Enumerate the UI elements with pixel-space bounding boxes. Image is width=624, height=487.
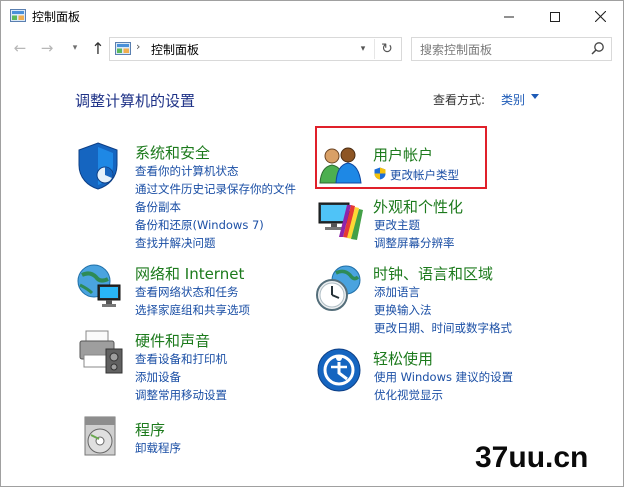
arrow-right-icon: → <box>40 39 54 57</box>
watermark: 37uu.cn <box>475 441 589 474</box>
link-change-account-type[interactable]: 更改帐户类型 <box>390 167 459 183</box>
link-change-theme[interactable]: 更改主题 <box>374 217 420 233</box>
category-title-hardware-sound[interactable]: 硬件和声音 <box>135 330 210 351</box>
arrow-left-icon: ← <box>13 39 27 57</box>
link-screen-resolution[interactable]: 调整屏幕分辨率 <box>374 235 455 251</box>
category-title-network[interactable]: 网络和 Internet <box>135 263 244 284</box>
link-windows-recommended[interactable]: 使用 Windows 建议的设置 <box>374 369 513 385</box>
refresh-button[interactable]: ↻ <box>374 39 399 59</box>
chevron-down-icon[interactable] <box>531 94 539 99</box>
view-by-dropdown[interactable]: 类别 <box>501 91 525 108</box>
link-change-input-method[interactable]: 更换输入法 <box>374 302 432 318</box>
link-devices-printers[interactable]: 查看设备和打印机 <box>135 351 227 367</box>
link-add-language[interactable]: 添加语言 <box>374 284 420 300</box>
maximize-button[interactable] <box>532 1 578 32</box>
link-homegroup[interactable]: 选择家庭组和共享选项 <box>135 302 250 318</box>
minimize-icon <box>504 16 514 17</box>
minimize-button[interactable] <box>486 1 532 32</box>
link-troubleshoot[interactable]: 查找并解决问题 <box>135 235 216 251</box>
chevron-down-icon: ▾ <box>72 43 78 53</box>
control-panel-icon <box>10 9 26 22</box>
category-title-appearance[interactable]: 外观和个性化 <box>373 196 463 217</box>
close-icon <box>594 11 606 22</box>
address-bar[interactable]: › 控制面板 ▾ ↻ <box>109 37 402 61</box>
link-network-status[interactable]: 查看网络状态和任务 <box>135 284 239 300</box>
users-icon <box>319 147 362 184</box>
chevron-down-icon: ▾ <box>360 44 366 54</box>
view-by-label: 查看方式: <box>433 93 486 107</box>
programs-icon <box>84 416 116 456</box>
breadcrumb-control-panel[interactable]: 控制面板 <box>151 41 199 58</box>
category-title-user-accounts[interactable]: 用户帐户 <box>373 144 433 165</box>
category-title-ease-of-access[interactable]: 轻松使用 <box>373 348 433 369</box>
refresh-icon: ↻ <box>381 41 393 57</box>
up-button[interactable]: ↑ <box>87 37 109 59</box>
appearance-icon <box>318 202 363 240</box>
page-title: 调整计算机的设置 <box>75 92 196 110</box>
link-date-time-format[interactable]: 更改日期、时间或数字格式 <box>374 320 512 336</box>
search-icon[interactable] <box>591 41 605 55</box>
window-title: 控制面板 <box>32 10 81 24</box>
clock-globe-icon <box>316 265 361 311</box>
category-title-programs[interactable]: 程序 <box>135 419 165 440</box>
search-box[interactable]: 搜索控制面板 <box>411 37 612 61</box>
navigation-bar: ← → ▾ ↑ › 控制面板 ▾ ↻ 搜索控制面板 <box>1 33 623 63</box>
link-file-history[interactable]: 通过文件历史记录保存你的文件 <box>135 181 296 197</box>
shield-icon <box>78 142 118 190</box>
printer-icon <box>79 330 123 374</box>
link-add-device[interactable]: 添加设备 <box>135 369 181 385</box>
category-title-clock-language[interactable]: 时钟、语言和区域 <box>373 263 493 284</box>
back-button[interactable]: ← <box>9 37 31 59</box>
ease-of-access-icon <box>317 348 361 392</box>
maximize-icon <box>550 11 560 22</box>
link-backup-restore[interactable]: 备份和还原(Windows 7) <box>135 217 264 233</box>
link-backup-copy[interactable]: 备份副本 <box>135 199 181 215</box>
forward-button[interactable]: → <box>36 37 58 59</box>
control-panel-window: 控制面板 ← → ▾ ↑ › 控制面板 ▾ ↻ 搜索控制面板 调整计算机的设置 … <box>0 0 624 487</box>
link-view-computer-status[interactable]: 查看你的计算机状态 <box>135 163 239 179</box>
category-title-system-security[interactable]: 系统和安全 <box>135 142 210 163</box>
title-bar: 控制面板 <box>1 1 623 32</box>
control-panel-icon <box>115 42 131 55</box>
link-optimize-visual[interactable]: 优化视觉显示 <box>374 387 443 403</box>
link-mobility-settings[interactable]: 调整常用移动设置 <box>135 387 227 403</box>
network-icon <box>77 264 121 307</box>
recent-locations-button[interactable]: ▾ <box>64 37 86 59</box>
breadcrumb-separator: › <box>136 40 141 53</box>
uac-shield-icon <box>374 167 386 180</box>
address-dropdown-button[interactable]: ▾ <box>355 40 371 58</box>
search-placeholder: 搜索控制面板 <box>420 43 493 57</box>
link-uninstall-program[interactable]: 卸载程序 <box>135 440 181 456</box>
close-button[interactable] <box>577 1 623 32</box>
arrow-up-icon: ↑ <box>91 38 105 58</box>
